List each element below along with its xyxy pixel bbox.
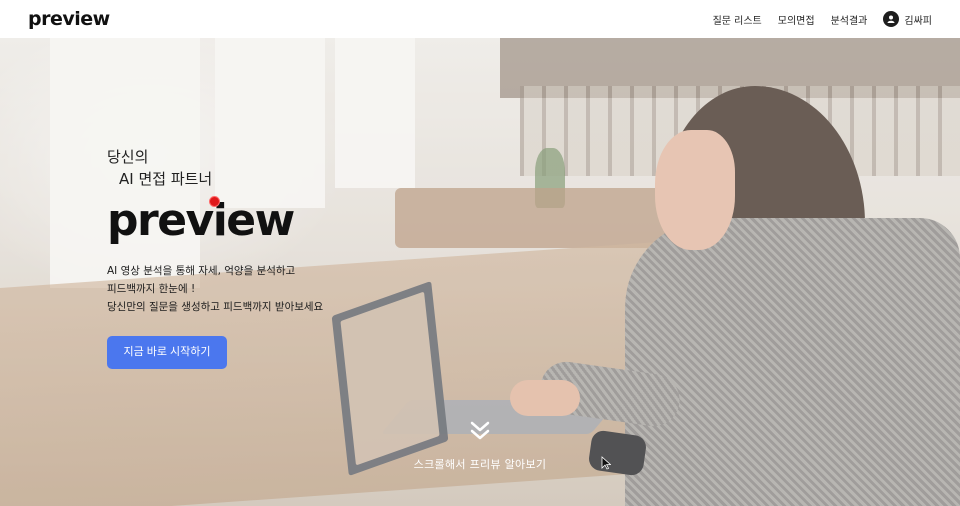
nav-analysis-results[interactable]: 분석결과 xyxy=(831,12,868,27)
nav-question-list[interactable]: 질문 리스트 xyxy=(713,12,762,27)
hero-description-line: 당신만의 질문을 생성하고 피드백까지 받아보세요 xyxy=(107,301,324,313)
start-now-button[interactable]: 지금 바로 시작하기 xyxy=(107,336,227,369)
user-name: 김싸피 xyxy=(904,15,932,27)
scroll-hint[interactable]: 스크롤해서 프리뷰 알아보기 xyxy=(410,420,550,472)
hero-section: 당신의 AI 면접 파트너 preview AI 영상 분석을 통해 자세, 억… xyxy=(0,38,960,506)
hero-description: AI 영상 분석을 통해 자세, 억양을 분석하고 피드백까지 한눈에 ! 당신… xyxy=(107,262,323,316)
hero-subtitle-line1: 당신의 xyxy=(107,148,149,166)
avatar-icon xyxy=(883,11,900,27)
scroll-hint-text: 스크롤해서 프리뷰 알아보기 xyxy=(413,458,547,471)
hero-logo: preview xyxy=(107,196,323,250)
nav-mock-interview[interactable]: 모의면접 xyxy=(778,12,815,27)
mouse-cursor-icon xyxy=(601,456,611,470)
hero-description-line: AI 영상 분석을 통해 자세, 억양을 분석하고 xyxy=(107,265,296,277)
top-navigation-bar: preview 질문 리스트 모의면접 분석결과 김싸피 xyxy=(0,0,960,38)
hero-copy: 당신의 AI 면접 파트너 preview AI 영상 분석을 통해 자세, 억… xyxy=(107,146,323,369)
header-logo[interactable]: preview xyxy=(28,8,110,30)
user-menu[interactable]: 김싸피 xyxy=(883,11,932,27)
hero-subtitle-line2: AI 면접 파트너 xyxy=(119,170,213,188)
main-nav: 질문 리스트 모의면접 분석결과 김싸피 xyxy=(713,11,932,27)
hero-description-line: 피드백까지 한눈에 ! xyxy=(107,283,196,295)
scroll-down-chevron-icon xyxy=(470,421,490,440)
record-dot-icon xyxy=(209,196,220,207)
